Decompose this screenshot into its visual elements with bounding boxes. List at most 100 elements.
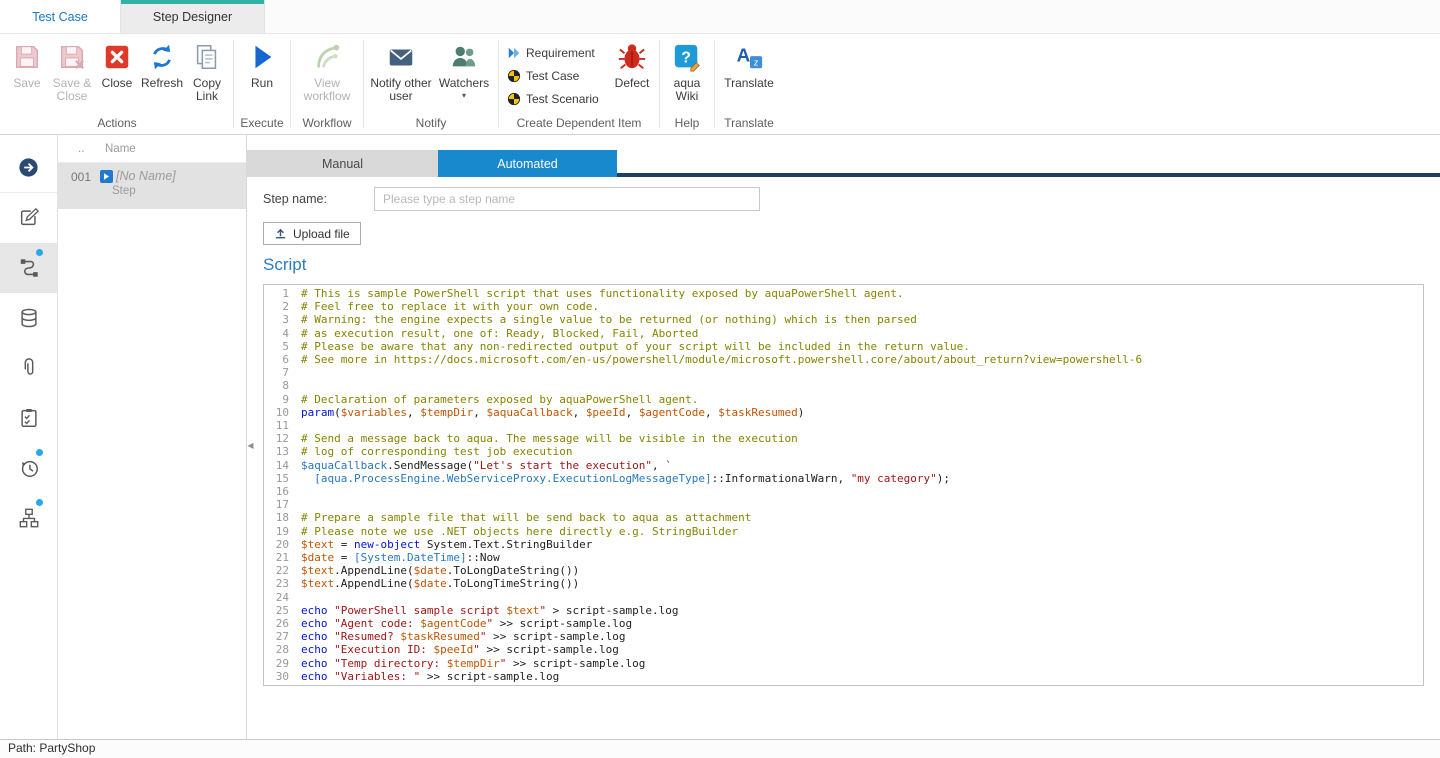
ribbon-group-notify: Notify other user Watchers ▾ Notify [365, 34, 497, 134]
steps-column-dots[interactable]: .. [58, 143, 96, 155]
create-test-scenario-button[interactable]: Test Scenario [503, 87, 609, 110]
ribbon-group-label-create-dependent: Create Dependent Item [503, 116, 655, 134]
notify-other-user-button[interactable]: Notify other user [368, 39, 434, 103]
panel-collapse-handle[interactable]: ◀ [246, 437, 255, 453]
translate-button[interactable]: Az Translate [719, 39, 779, 90]
tab-bar-underline [617, 150, 1440, 177]
chevron-down-icon: ▾ [462, 92, 466, 100]
ribbon-separator [290, 40, 291, 128]
watchers-icon [449, 42, 479, 72]
ribbon-group-help: ? aqua Wiki Help [661, 34, 713, 134]
ribbon-group-label-help: Help [664, 116, 710, 134]
go-arrow-circle-icon [17, 156, 40, 179]
script-heading: Script [263, 255, 1440, 275]
sidebar-item-hierarchy[interactable] [0, 493, 57, 543]
ribbon-group-actions: Save Save & Close Close Refresh Copy Lin… [2, 34, 232, 134]
ribbon-group-label-execute: Execute [238, 116, 286, 134]
svg-text:?: ? [681, 50, 691, 67]
ribbon-separator [363, 40, 364, 128]
steps-panel: .. Name 001 [No Name] Step [58, 135, 247, 739]
ribbon-group-create-dependent: Requirement Test Case Test Scenario Defe… [500, 34, 658, 134]
watchers-button[interactable]: Watchers ▾ [434, 39, 494, 100]
steps-column-name[interactable]: Name [96, 143, 136, 155]
step-name-label: Step name: [263, 192, 374, 206]
ribbon-separator [659, 40, 660, 128]
status-bar: Path: PartyShop [0, 739, 1440, 758]
mode-tab-bar: Manual Automated [247, 150, 1440, 177]
ribbon-group-workflow: View workflow Workflow [292, 34, 362, 134]
view-workflow-icon [312, 42, 342, 72]
code-area[interactable]: # This is sample PowerShell script that … [295, 285, 1423, 685]
tab-test-case[interactable]: Test Case [0, 0, 120, 33]
step-title: [No Name] [116, 169, 176, 183]
notification-dot [36, 499, 43, 506]
ribbon-group-label-actions: Actions [5, 116, 229, 134]
ribbon-group-translate: Az Translate Translate [716, 34, 782, 134]
tab-automated[interactable]: Automated [438, 150, 617, 177]
ribbon-separator [233, 40, 234, 128]
main-body: .. Name 001 [No Name] Step Manual [0, 135, 1440, 739]
steps-flow-icon [18, 257, 40, 279]
save-and-close-icon [57, 42, 87, 72]
copy-link-button[interactable]: Copy Link [185, 39, 229, 103]
test-case-icon [507, 69, 521, 83]
ribbon-group-label-workflow: Workflow [295, 116, 359, 134]
sidebar-item-edit[interactable] [0, 193, 57, 243]
notification-dot [36, 449, 43, 456]
upload-file-button[interactable]: Upload file [263, 222, 361, 245]
refresh-button[interactable]: Refresh [139, 39, 185, 90]
sidebar-item-history[interactable] [0, 443, 57, 493]
translate-icon: Az [734, 42, 764, 72]
ribbon-separator [498, 40, 499, 128]
step-list-item[interactable]: 001 [No Name] Step [58, 163, 246, 209]
create-requirement-button[interactable]: Requirement [503, 41, 609, 64]
envelope-icon [386, 42, 416, 72]
tab-step-designer[interactable]: Step Designer [120, 0, 265, 33]
paperclip-icon [18, 357, 40, 379]
tab-step-designer-label: Step Designer [153, 10, 232, 24]
automated-step-icon [100, 170, 113, 183]
sidebar-item-data[interactable] [0, 293, 57, 343]
status-path: Path: PartyShop [8, 741, 95, 755]
tab-manual[interactable]: Manual [247, 150, 438, 177]
step-name-input[interactable] [374, 187, 760, 211]
sidebar-item-attachments[interactable] [0, 343, 57, 393]
save-and-close-button[interactable]: Save & Close [49, 39, 95, 103]
left-icon-sidebar [0, 135, 58, 739]
ribbon-group-label-translate: Translate [719, 116, 779, 134]
step-number: 001 [58, 163, 96, 209]
sitemap-icon [18, 507, 40, 529]
database-icon [18, 307, 40, 329]
test-scenario-icon [507, 92, 521, 106]
close-button[interactable]: Close [95, 39, 139, 90]
checklist-icon [18, 407, 40, 429]
script-code-editor[interactable]: 1234567891011121314151617181920212223242… [263, 284, 1424, 686]
create-defect-button[interactable]: Defect [609, 39, 655, 90]
window-tab-bar: Test Case Step Designer [0, 0, 1440, 34]
notification-dot [36, 249, 43, 256]
sidebar-item-steps[interactable] [0, 243, 57, 293]
app-window: Test Case Step Designer Save Save & Clos… [0, 0, 1440, 758]
ribbon-group-execute: Run Execute [235, 34, 289, 134]
steps-panel-header: .. Name [58, 135, 246, 163]
save-icon [12, 42, 42, 72]
save-button[interactable]: Save [5, 39, 49, 90]
copy-link-icon [192, 42, 222, 72]
run-button[interactable]: Run [238, 39, 286, 90]
tab-accent-bar [121, 0, 264, 4]
aqua-wiki-button[interactable]: ? aqua Wiki [664, 39, 710, 103]
close-icon [102, 42, 132, 72]
sidebar-item-checklist[interactable] [0, 393, 57, 443]
ribbon-separator [714, 40, 715, 128]
help-question-icon: ? [672, 42, 702, 72]
sidebar-item-expand[interactable] [0, 143, 57, 193]
tab-test-case-label: Test Case [32, 10, 88, 24]
refresh-icon [147, 42, 177, 72]
view-workflow-button[interactable]: View workflow [295, 39, 359, 103]
ribbon-group-label-notify: Notify [368, 116, 494, 134]
ribbon-toolbar: Save Save & Close Close Refresh Copy Lin… [0, 34, 1440, 135]
create-test-case-button[interactable]: Test Case [503, 64, 609, 87]
requirement-icon [507, 46, 521, 60]
run-icon [247, 42, 277, 72]
svg-text:z: z [754, 57, 759, 67]
